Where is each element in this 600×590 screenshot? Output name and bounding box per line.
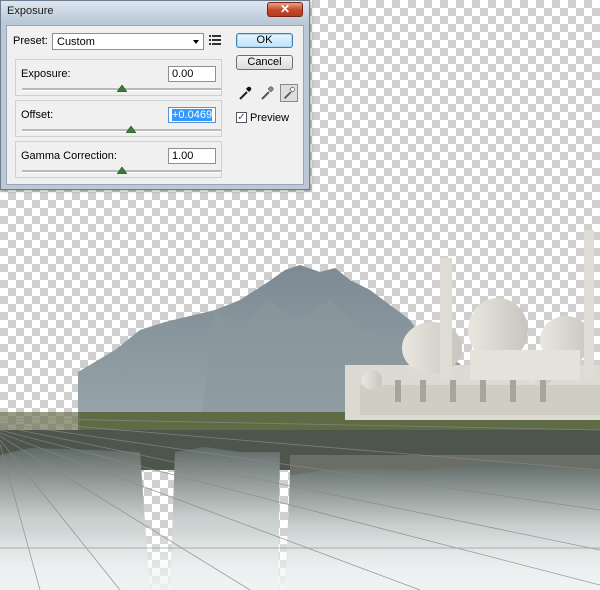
gamma-label: Gamma Correction: [21,150,117,162]
gamma-field[interactable]: 1.00 [168,148,216,164]
offset-field[interactable]: +0.0469 [168,107,216,123]
black-eyedropper-icon[interactable] [236,84,254,102]
offset-group: Offset: +0.0469 [15,100,222,137]
ok-button[interactable]: OK [236,33,293,48]
preset-value: Custom [57,36,95,48]
dialog-titlebar[interactable]: Exposure ✕ [1,1,309,23]
offset-value: +0.0469 [172,109,213,121]
gamma-value: 1.00 [172,150,194,162]
white-eyedropper-icon[interactable] [280,84,298,102]
gray-eyedropper-icon[interactable] [258,84,276,102]
preview-label: Preview [250,112,290,124]
chevron-down-icon [193,40,199,44]
close-button[interactable]: ✕ [267,2,303,17]
exposure-value: 0.00 [172,68,194,80]
offset-label: Offset: [21,109,54,121]
slider-triangle-icon[interactable] [116,167,127,174]
dialog-body: Preset: Custom Exposure: 0.00 Offset: +0… [6,25,304,185]
slider-triangle-icon[interactable] [116,85,127,92]
preset-label: Preset: [13,35,48,47]
exposure-group: Exposure: 0.00 [15,59,222,96]
offset-slider-track[interactable] [22,129,221,132]
gamma-group: Gamma Correction: 1.00 [15,141,222,178]
cancel-button[interactable]: Cancel [236,55,293,70]
dialog-title: Exposure [7,5,54,17]
exposure-dialog: Exposure ✕ Preset: Custom Exposure: 0.00… [0,0,310,190]
preview-checkbox[interactable]: ✓ [236,112,247,123]
preset-menu-icon[interactable] [209,34,221,46]
exposure-field[interactable]: 0.00 [168,66,216,82]
preset-dropdown[interactable]: Custom [52,33,204,50]
exposure-label: Exposure: [21,68,71,80]
slider-triangle-icon[interactable] [126,126,137,133]
